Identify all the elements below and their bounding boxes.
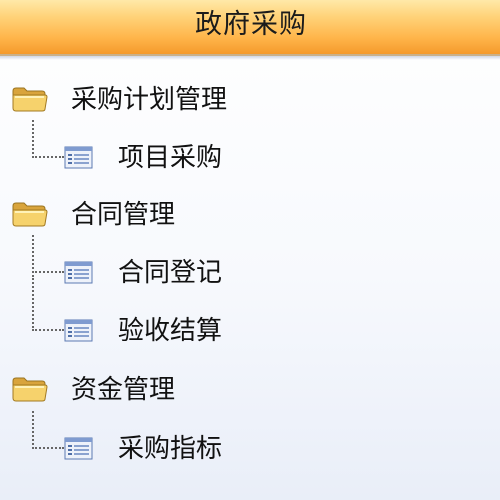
folder-icon: [12, 377, 48, 402]
panel-title: 政府采购: [195, 9, 307, 40]
tree-group-label: 采购计划管理: [71, 85, 228, 115]
tree-item-label: 合同登记: [118, 258, 223, 288]
tree-item-label: 项目采购: [118, 143, 223, 173]
list-icon: [64, 437, 93, 460]
list-icon: [64, 261, 93, 284]
tree-connector: [32, 411, 64, 449]
tree-item-label: 验收结算: [118, 316, 223, 346]
folder-icon: [12, 87, 48, 112]
tree-item-label: 采购指标: [118, 434, 223, 464]
folder-icon: [12, 202, 48, 227]
tree-group-label: 合同管理: [71, 200, 176, 230]
tree-connector: [32, 275, 64, 331]
tree-connector: [32, 120, 64, 158]
panel-header: 政府采购: [0, 0, 500, 56]
tree-group-label: 资金管理: [71, 375, 176, 405]
list-icon: [64, 319, 93, 342]
list-icon: [64, 146, 93, 169]
tree-connector: [32, 235, 64, 273]
header-shadow: [0, 56, 500, 60]
